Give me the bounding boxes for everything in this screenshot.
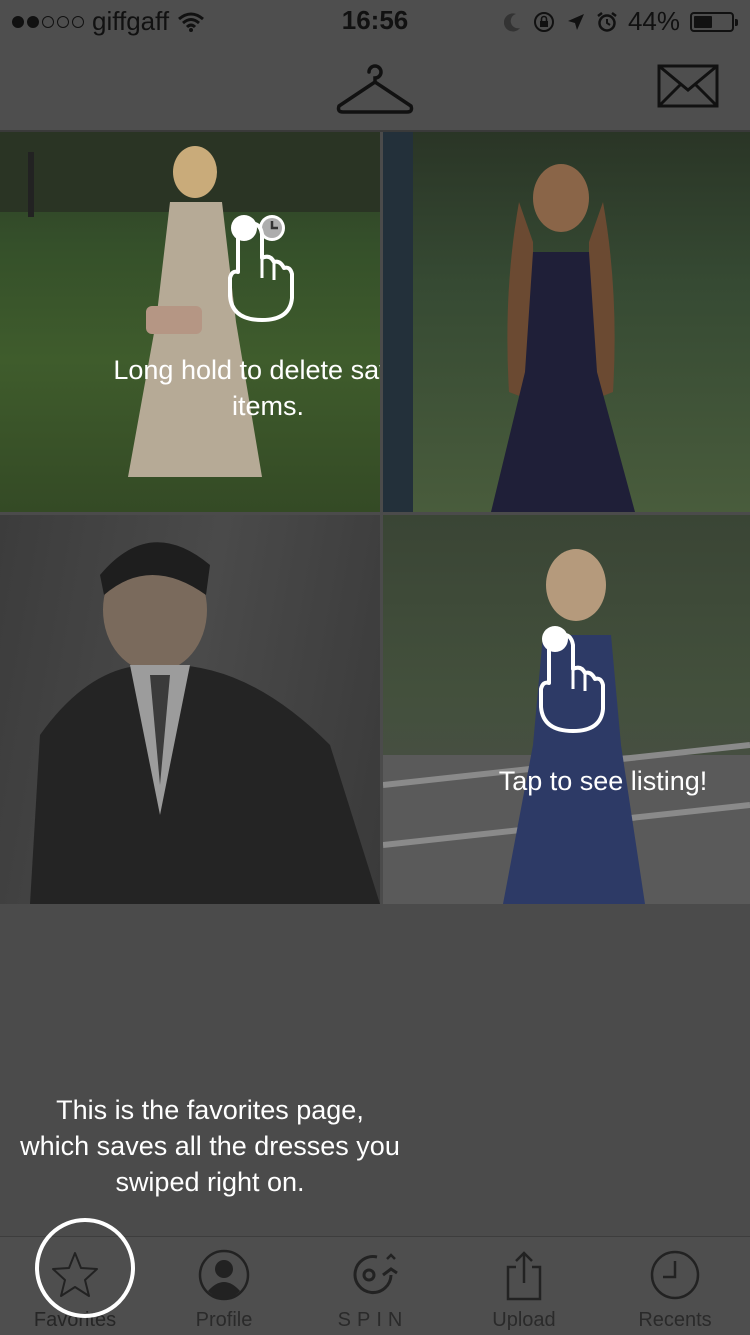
battery-icon (690, 11, 738, 32)
status-right: 44% (503, 6, 738, 37)
rotation-lock-icon (533, 11, 554, 32)
item-photo (30, 542, 380, 904)
tab-label: Profile (195, 1309, 253, 1331)
favorite-item-1[interactable]: Long hold to delete saved items. (0, 132, 380, 512)
favorites-caption: This is the favorites page, which saves … (20, 1095, 400, 1197)
tab-label: Recents (638, 1309, 712, 1331)
tab-label: Upload (492, 1309, 556, 1331)
tab-spin[interactable]: SPIN (298, 1237, 448, 1335)
hanger-logo-icon[interactable] (335, 58, 415, 118)
item-photo (0, 132, 380, 477)
moon-icon (503, 12, 520, 31)
favorites-highlight-ring (35, 1218, 135, 1318)
share-icon (506, 1251, 542, 1301)
tab-profile[interactable]: Profile (149, 1237, 299, 1335)
tap-hint: Tap to see listing! (498, 766, 708, 796)
favorites-grid: Long hold to delete saved items. (0, 132, 750, 904)
battery-percent: 44% (627, 6, 680, 36)
location-arrow-icon (567, 13, 584, 30)
tap-hand-icon (539, 626, 605, 733)
item-photo (383, 132, 635, 512)
favorite-item-4[interactable]: Tap to see listing! (383, 515, 750, 904)
tab-upload[interactable]: Upload (449, 1237, 599, 1335)
status-bar: giffgaff 16:56 44% (0, 0, 750, 40)
spin-icon (353, 1253, 398, 1295)
mail-icon[interactable] (657, 64, 719, 108)
favorite-item-2[interactable] (383, 132, 750, 512)
long-hold-hint: Long hold to delete saved items. (113, 355, 380, 421)
nav-bar (0, 40, 750, 132)
tab-label: SPIN (337, 1309, 409, 1331)
long-press-hand-icon (228, 215, 294, 322)
clock-icon (650, 1250, 700, 1300)
tab-recents[interactable]: Recents (600, 1237, 750, 1335)
favorite-item-3[interactable] (0, 515, 380, 904)
person-icon (198, 1249, 250, 1301)
alarm-icon (597, 11, 617, 32)
